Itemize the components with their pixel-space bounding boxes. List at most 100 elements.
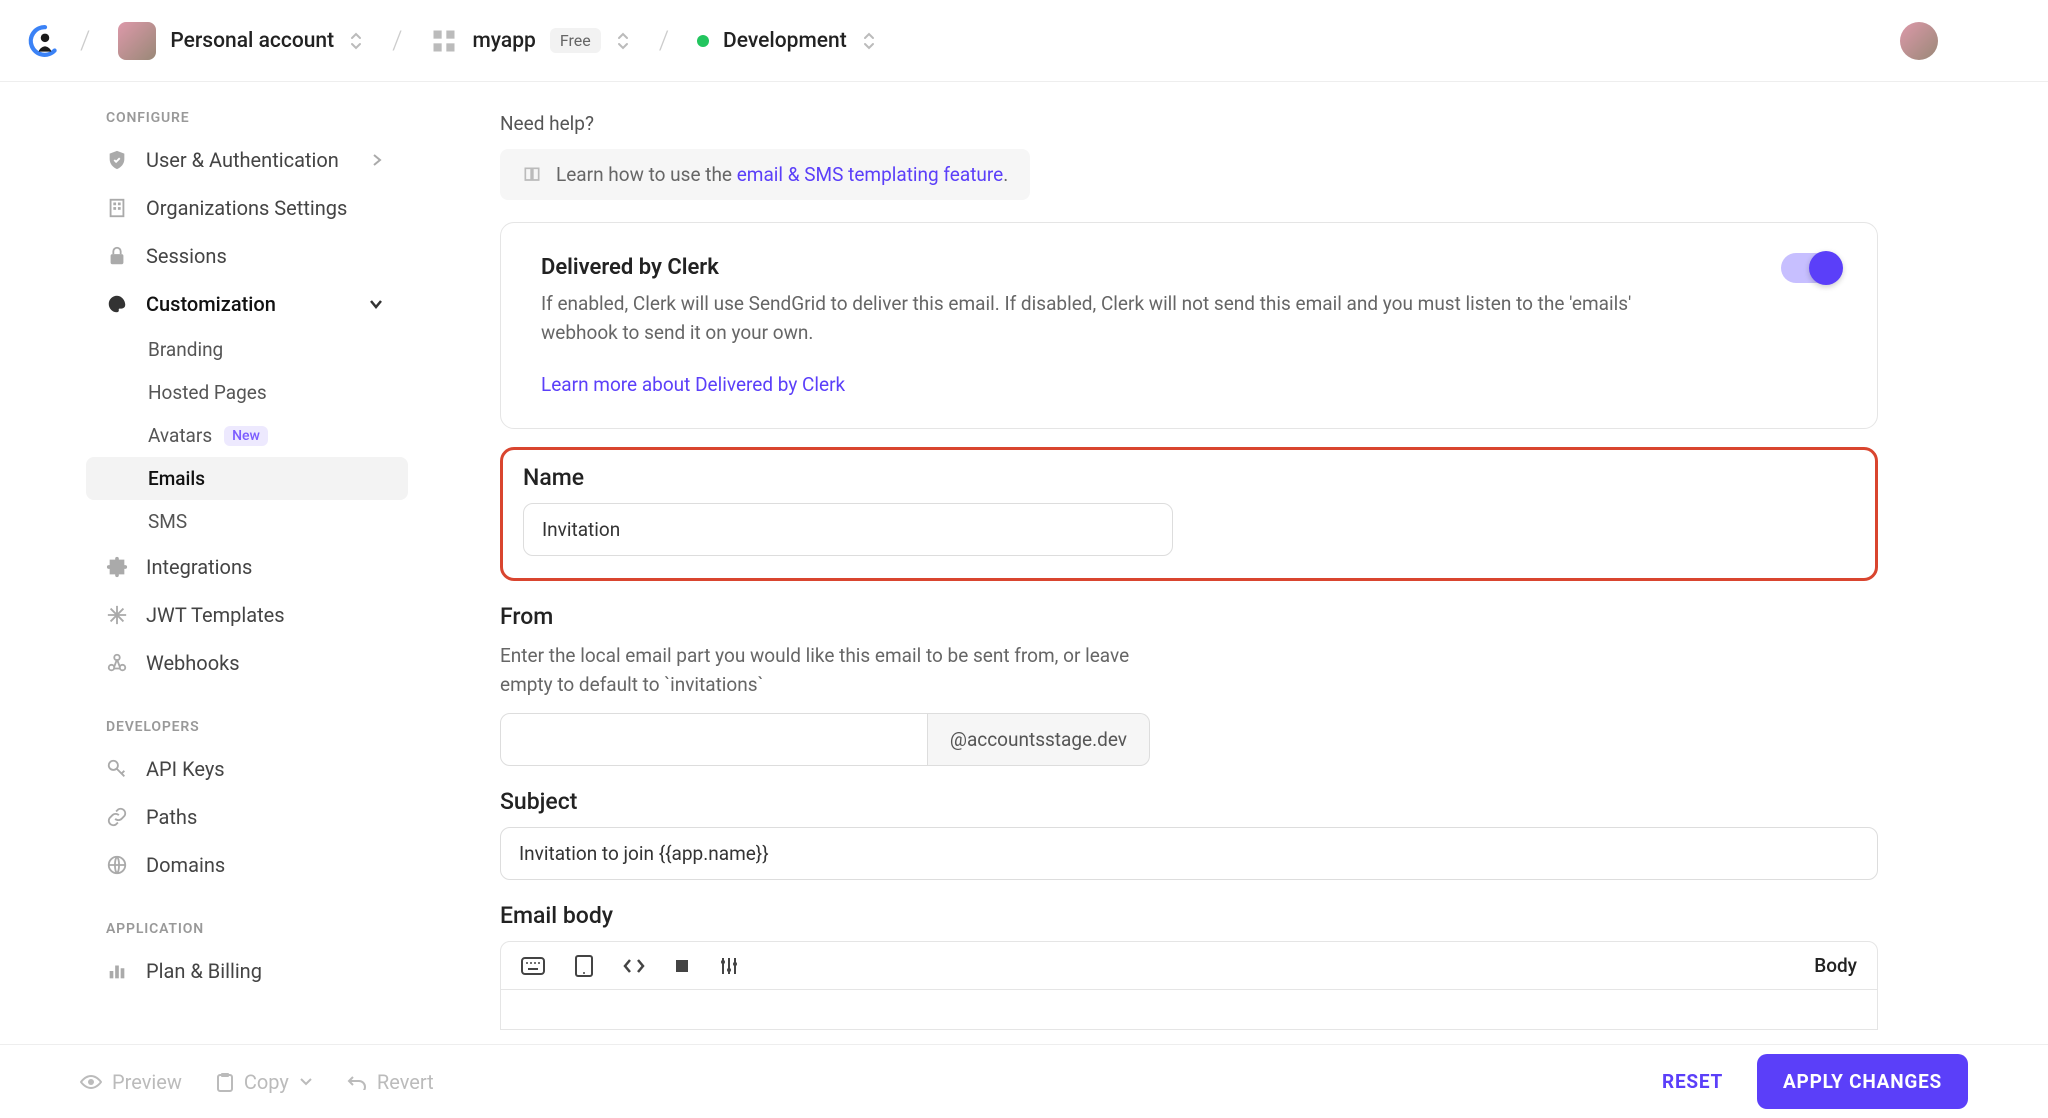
tool-stop[interactable]: [675, 959, 689, 973]
editor-toolbar: Body: [500, 941, 1878, 990]
sidebar-item-organizations[interactable]: Organizations Settings: [0, 184, 420, 232]
tool-tablet[interactable]: [575, 955, 593, 977]
chevron-down-icon: [368, 296, 384, 312]
subject-label: Subject: [500, 788, 1878, 815]
sidebar-item-plan-billing[interactable]: Plan & Billing: [0, 947, 420, 995]
name-field-group: Name: [500, 447, 1878, 581]
body-label: Email body: [500, 902, 1878, 929]
app-switcher[interactable]: myapp Free: [420, 23, 640, 59]
topbar: / Personal account / myapp Free / Develo…: [0, 0, 2048, 82]
help-link[interactable]: email & SMS templating feature: [737, 163, 1004, 186]
sidebar-item-label: JWT Templates: [146, 603, 285, 627]
sidebar-item-label: Paths: [146, 805, 197, 829]
layout: CONFIGURE User & Authentication Organiza…: [0, 82, 2048, 1044]
book-icon: [522, 165, 542, 185]
globe-icon: [106, 854, 128, 876]
sidebar-item-integrations[interactable]: Integrations: [0, 543, 420, 591]
help-box[interactable]: Learn how to use the email & SMS templat…: [500, 149, 1030, 200]
revert-button[interactable]: Revert: [347, 1070, 434, 1094]
sliders-icon: [719, 956, 739, 976]
building-icon: [106, 197, 128, 219]
plan-pill: Free: [550, 28, 601, 53]
sidebar-sub-sms[interactable]: SMS: [0, 500, 420, 543]
toggle-knob: [1809, 251, 1843, 285]
chevron-right-icon: [370, 153, 384, 167]
chevron-down-icon: [299, 1077, 313, 1087]
delivered-card: Delivered by Clerk If enabled, Clerk wil…: [500, 222, 1878, 429]
stop-icon: [675, 959, 689, 973]
delivered-learn-link[interactable]: Learn more about Delivered by Clerk: [541, 373, 845, 396]
grid-icon: [430, 27, 458, 55]
from-field-group: From Enter the local email part you woul…: [500, 603, 1878, 766]
copy-button[interactable]: Copy: [216, 1070, 313, 1094]
from-label: From: [500, 603, 1878, 630]
sidebar-sub-avatars[interactable]: Avatars New: [0, 414, 420, 457]
main-content: Need help? Learn how to use the email & …: [420, 82, 2048, 1044]
sidebar-item-label: Integrations: [146, 555, 252, 579]
keyboard-icon: [521, 957, 545, 975]
sidebar-item-label: Plan & Billing: [146, 959, 262, 983]
sidebar-item-label: Organizations Settings: [146, 196, 347, 220]
shield-icon: [106, 149, 128, 171]
status-dot-icon: [697, 35, 709, 47]
chevron-updown-icon: [861, 30, 877, 52]
account-switcher[interactable]: Personal account: [108, 18, 374, 64]
sidebar-item-jwt[interactable]: JWT Templates: [0, 591, 420, 639]
from-help: Enter the local email part you would lik…: [500, 642, 1140, 699]
sidebar-item-label: API Keys: [146, 757, 225, 781]
section-application: APPLICATION: [0, 907, 420, 947]
puzzle-icon: [106, 556, 128, 578]
tool-sliders[interactable]: [719, 956, 739, 976]
env-label: Development: [723, 29, 847, 53]
need-help-label: Need help?: [500, 112, 1878, 135]
delivered-toggle[interactable]: [1781, 253, 1841, 283]
tool-keyboard[interactable]: [521, 957, 545, 975]
sidebar-item-webhooks[interactable]: Webhooks: [0, 639, 420, 687]
sidebar-item-api-keys[interactable]: API Keys: [0, 745, 420, 793]
tablet-icon: [575, 955, 593, 977]
preview-button[interactable]: Preview: [80, 1070, 182, 1094]
key-icon: [106, 758, 128, 780]
name-input[interactable]: [523, 503, 1173, 556]
webhook-icon: [106, 652, 128, 674]
section-developers: DEVELOPERS: [0, 705, 420, 745]
env-switcher[interactable]: Development: [687, 25, 887, 57]
account-avatar: [118, 22, 156, 60]
editor-body[interactable]: [500, 990, 1878, 1030]
app-name: myapp: [472, 29, 535, 53]
user-avatar[interactable]: [1900, 22, 1938, 60]
chevron-updown-icon: [615, 30, 631, 52]
code-icon: [623, 958, 645, 974]
subject-field-group: Subject: [500, 788, 1878, 880]
sidebar-item-paths[interactable]: Paths: [0, 793, 420, 841]
clipboard-icon: [216, 1072, 234, 1092]
palette-icon: [106, 293, 128, 315]
breadcrumb-separator: /: [659, 26, 669, 56]
apply-changes-button[interactable]: APPLY CHANGES: [1757, 1054, 1968, 1109]
delivered-title: Delivered by Clerk: [541, 255, 1837, 280]
sidebar-item-customization[interactable]: Customization: [0, 280, 420, 328]
app-logo[interactable]: [28, 24, 62, 58]
sidebar-sub-hosted-pages[interactable]: Hosted Pages: [0, 371, 420, 414]
editor-mode[interactable]: Body: [1814, 954, 1857, 977]
subject-input[interactable]: [500, 827, 1878, 880]
sidebar-item-sessions[interactable]: Sessions: [0, 232, 420, 280]
sidebar-item-domains[interactable]: Domains: [0, 841, 420, 889]
sidebar: CONFIGURE User & Authentication Organiza…: [0, 82, 420, 1044]
delivered-description: If enabled, Clerk will use SendGrid to d…: [541, 290, 1681, 347]
sidebar-item-user-auth[interactable]: User & Authentication: [0, 136, 420, 184]
body-field-group: Email body Body: [500, 902, 1878, 1030]
sidebar-item-label: Domains: [146, 853, 225, 877]
sidebar-sub-emails[interactable]: Emails: [86, 457, 408, 500]
sidebar-sub-branding[interactable]: Branding: [0, 328, 420, 371]
tool-code[interactable]: [623, 958, 645, 974]
account-label: Personal account: [170, 29, 334, 53]
reset-button[interactable]: RESET: [1662, 1070, 1723, 1093]
section-configure: CONFIGURE: [0, 96, 420, 136]
chart-icon: [106, 960, 128, 982]
breadcrumb-separator: /: [392, 26, 402, 56]
from-input[interactable]: [500, 713, 928, 766]
lock-icon: [106, 245, 128, 267]
breadcrumb-separator: /: [80, 26, 90, 56]
sidebar-item-label: Sessions: [146, 244, 227, 268]
